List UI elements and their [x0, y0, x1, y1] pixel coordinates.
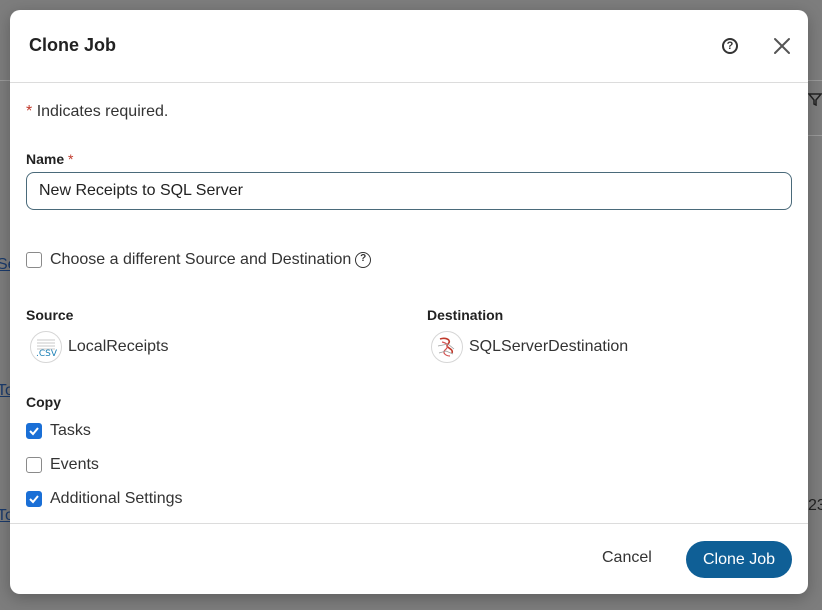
source-name: LocalReceipts	[68, 338, 169, 355]
required-note-text: Indicates required.	[36, 103, 169, 120]
additional-settings-checkbox[interactable]	[26, 491, 42, 507]
dialog-header: Clone Job ?	[10, 10, 808, 83]
csv-icon-text: .CSV	[36, 349, 58, 359]
events-label: Events	[50, 456, 99, 473]
dialog-title: Clone Job	[29, 35, 117, 55]
name-required-asterisk: *	[68, 151, 74, 167]
choose-different-label: Choose a different Source and Destinatio…	[50, 251, 352, 268]
background-divider	[808, 80, 822, 81]
help-icon[interactable]: ?	[722, 38, 738, 54]
destination-label: Destination	[427, 307, 504, 323]
choose-different-checkbox[interactable]	[26, 252, 42, 268]
source-connection: .CSV LocalReceipts	[30, 331, 169, 363]
filter-icon	[808, 93, 822, 106]
help-circle-icon[interactable]: ?	[355, 252, 372, 268]
clone-job-button[interactable]: Clone Job	[686, 541, 792, 578]
events-checkbox[interactable]	[26, 457, 42, 473]
copy-option-tasks[interactable]: Tasks	[26, 422, 91, 440]
tasks-label: Tasks	[50, 422, 91, 439]
copy-option-additional-settings[interactable]: Additional Settings	[26, 490, 183, 508]
destination-name: SQLServerDestination	[469, 338, 629, 355]
dialog-footer: Cancel Clone Job	[10, 523, 808, 594]
cancel-button[interactable]: Cancel	[602, 549, 652, 567]
required-asterisk: *	[26, 103, 33, 120]
background-text-fragment: 23	[808, 497, 822, 514]
copy-label: Copy	[26, 394, 61, 410]
copy-option-events[interactable]: Events	[26, 456, 99, 474]
background-divider	[0, 80, 10, 81]
name-label: Name *	[26, 151, 73, 167]
csv-file-icon: .CSV	[30, 331, 62, 363]
additional-settings-label: Additional Settings	[50, 490, 183, 507]
clone-job-dialog: Clone Job ? * Indicates required. Name *…	[10, 10, 808, 594]
dialog-body: * Indicates required. Name * Choose a di…	[10, 83, 808, 523]
required-note: * Indicates required.	[26, 103, 168, 121]
close-icon[interactable]	[770, 34, 794, 58]
choose-different-checkbox-row[interactable]: Choose a different Source and Destinatio…	[26, 251, 372, 269]
destination-connection: SQLServerDestination	[431, 331, 628, 363]
background-divider	[808, 135, 822, 136]
name-label-text: Name	[26, 151, 65, 167]
source-label: Source	[26, 307, 74, 323]
sql-server-icon	[431, 331, 463, 363]
tasks-checkbox[interactable]	[26, 423, 42, 439]
name-input[interactable]	[26, 172, 792, 210]
